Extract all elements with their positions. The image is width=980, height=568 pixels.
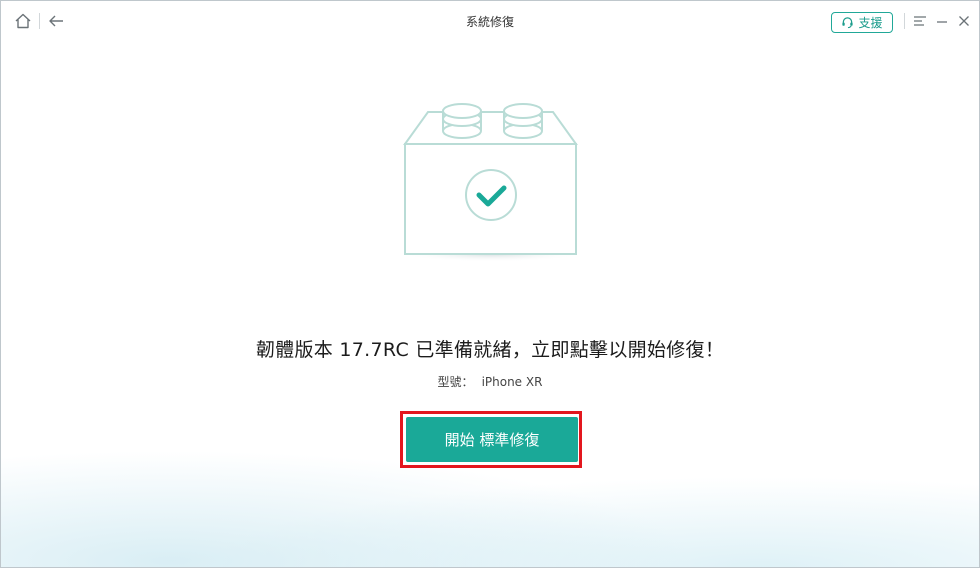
model-label: 型號： [437,375,474,389]
headset-icon [842,17,854,29]
title-separator [904,13,905,29]
app-window: 系統修復 支援 韌體版本 17.7RC 已準備就緒，立即點擊以開始修復！ 型號：… [0,0,980,568]
start-standard-repair-button[interactable]: 開始 標準修復 [406,417,578,462]
support-label: 支援 [858,16,883,30]
minimize-icon[interactable] [931,10,953,32]
support-button[interactable]: 支援 [831,12,893,33]
model-value: iPhone XR [481,375,543,389]
title-bar: 系統修復 支援 [1,1,979,43]
menu-icon[interactable] [909,10,931,32]
close-icon[interactable] [953,10,975,32]
ready-message: 韌體版本 17.7RC 已準備就緒，立即點擊以開始修復！ [255,339,725,361]
device-model: 型號： iPhone XR [1,373,979,390]
firmware-ready-illustration [396,96,586,266]
